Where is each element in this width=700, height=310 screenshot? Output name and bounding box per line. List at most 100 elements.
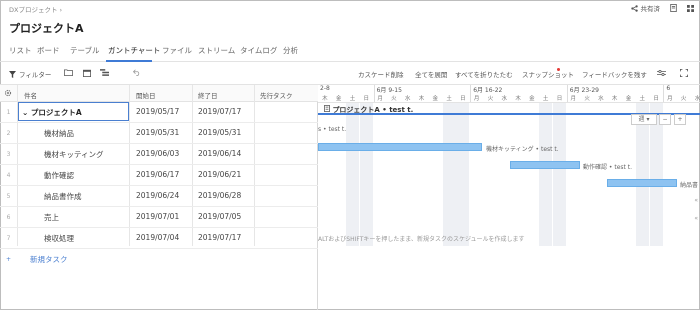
weekend-column: [442, 102, 456, 246]
gantt-bar-operation-check[interactable]: [510, 161, 580, 169]
tab-timelog[interactable]: タイムログ: [240, 45, 277, 56]
day-label: 土: [542, 96, 549, 102]
task-name[interactable]: 機材キッティング: [44, 149, 104, 160]
end-date[interactable]: 2019/06/21: [198, 170, 241, 179]
end-date[interactable]: 2019/06/28: [198, 191, 241, 200]
day-label: 水: [404, 96, 411, 102]
zoom-out-button[interactable]: −: [659, 114, 671, 125]
toolbar: フィルター カスケード削除 全てを展開 すべてを折りたたむ スナップショット フ…: [0, 63, 700, 85]
zoom-select[interactable]: 週 ▾: [631, 114, 657, 125]
tab-stream[interactable]: ストリーム: [198, 45, 235, 56]
bar-label: 動作確認 • test t.: [583, 164, 633, 171]
end-date[interactable]: 2019/07/17: [198, 233, 241, 242]
table-row[interactable]: 3 機材キッティング 2019/06/03 2019/06/14: [0, 144, 318, 165]
undo-button[interactable]: [133, 69, 141, 76]
calendar-button[interactable]: [83, 69, 91, 77]
indent-button[interactable]: [100, 69, 109, 76]
weekend-column: [539, 102, 553, 246]
settings-button[interactable]: [657, 69, 666, 77]
task-name[interactable]: 納品書作成: [44, 191, 82, 202]
row-number: 6: [6, 214, 11, 221]
share-label: 共有済: [640, 5, 661, 13]
share-button[interactable]: 共有済: [630, 3, 661, 13]
feedback-button[interactable]: フィードバックを残す: [582, 69, 647, 79]
start-date[interactable]: 2019/06/17: [136, 170, 179, 179]
grid-button[interactable]: [687, 4, 694, 12]
table-row[interactable]: 6 売上 2019/07/01 2019/07/05: [0, 207, 318, 228]
week-label: 6月 9-15: [376, 87, 402, 94]
day-label: 金: [432, 96, 439, 102]
page-title: プロジェクトA: [9, 22, 84, 35]
task-name[interactable]: 機材納品: [44, 128, 74, 139]
day-label: 月: [667, 96, 673, 102]
table-row[interactable]: 2 機材納品 2019/05/31 2019/05/31: [0, 123, 318, 144]
day-label: 月: [570, 96, 577, 102]
timeline-scale-divider: [318, 102, 700, 103]
day-label: 水: [598, 96, 604, 102]
start-date[interactable]: 2019/05/31: [136, 128, 179, 137]
day-label: 火: [680, 96, 687, 102]
add-task-link[interactable]: 新規タスク: [30, 254, 68, 265]
table-row[interactable]: 7 検収処理 2019/07/04 2019/07/17: [0, 228, 318, 249]
tab-list[interactable]: リスト: [9, 45, 32, 56]
folder-plus-icon: [64, 69, 73, 76]
tab-analytics[interactable]: 分析: [283, 45, 298, 56]
day-label: 日: [460, 96, 466, 102]
task-grid: 件名 開始日 終了日 先行タスク 1 ⌄ プロジェクトA 2019/05/17 …: [0, 85, 318, 310]
header-start[interactable]: 開始日: [136, 90, 156, 100]
day-label: 木: [611, 96, 618, 102]
document-button[interactable]: [670, 4, 677, 12]
end-date[interactable]: 2019/07/17: [198, 107, 241, 116]
add-task-row[interactable]: + 新規タスク: [0, 249, 318, 267]
view-tabs: リスト ボード テーブル ガントチャート ファイル ストリーム タイムログ 分析: [0, 42, 700, 62]
week-label: 6月 23-29: [569, 87, 599, 94]
end-date[interactable]: 2019/05/31: [198, 128, 241, 137]
tab-table[interactable]: テーブル: [70, 45, 100, 56]
tab-board[interactable]: ボード: [37, 45, 60, 56]
filter-button[interactable]: フィルター: [9, 69, 51, 79]
weekend-column: [346, 102, 359, 246]
grid-icon: [687, 4, 694, 12]
tab-gantt[interactable]: ガントチャート: [108, 45, 160, 56]
fullscreen-icon: [680, 69, 688, 77]
bar-label: 機材キッティング • test t.: [486, 146, 559, 153]
end-date[interactable]: 2019/07/05: [198, 212, 241, 221]
start-date[interactable]: 2019/07/04: [136, 233, 179, 242]
top-bar: DXプロジェクト › 共有済: [0, 0, 700, 18]
start-date[interactable]: 2019/05/17: [136, 107, 179, 116]
start-date[interactable]: 2019/07/01: [136, 212, 179, 221]
weekend-column: [359, 102, 373, 246]
gantt-bar-invoice[interactable]: [607, 179, 677, 187]
header-end[interactable]: 終了日: [198, 90, 218, 100]
gear-icon[interactable]: [4, 89, 12, 97]
table-row[interactable]: 4 動作確認 2019/06/17 2019/06/21: [0, 165, 318, 186]
fullscreen-button[interactable]: [680, 69, 688, 77]
gantt-chart[interactable]: 2-8 水 木 金 土 日 6月 9-15 月 火 水 木 金 土 日 6月 16-22 月 火 水 木 金 土 日 6月 …: [318, 85, 700, 310]
table-row[interactable]: 5 納品書作成 2019/06/24 2019/06/28: [0, 186, 318, 207]
collapse-all-button[interactable]: すべてを折りたたむ: [455, 69, 513, 79]
add-folder-button[interactable]: [64, 69, 73, 76]
task-name[interactable]: 動作確認: [44, 170, 74, 181]
zoom-in-button[interactable]: +: [674, 114, 686, 125]
snapshot-button[interactable]: スナップショット: [522, 69, 574, 79]
task-name[interactable]: 検収処理: [44, 233, 74, 244]
day-label: 金: [625, 96, 632, 102]
header-predecessor[interactable]: 先行タスク: [260, 90, 293, 100]
week-label: 2-8: [320, 85, 330, 92]
grid-header: 件名 開始日 終了日 先行タスク: [0, 85, 318, 102]
cascade-delete-button[interactable]: カスケード削除: [358, 69, 404, 79]
expand-all-button[interactable]: 全てを展開: [415, 69, 447, 79]
breadcrumb[interactable]: DXプロジェクト ›: [9, 4, 62, 14]
start-date[interactable]: 2019/06/03: [136, 149, 179, 158]
tab-files[interactable]: ファイル: [162, 45, 192, 56]
gantt-bar-kitting[interactable]: [318, 143, 482, 151]
header-name[interactable]: 件名: [24, 90, 37, 100]
breadcrumb-label[interactable]: DXプロジェクト: [9, 6, 57, 14]
bar-label: s • test t.: [318, 126, 347, 133]
share-icon: [630, 4, 638, 12]
day-label: 木: [322, 96, 328, 102]
summary-label: プロジェクトA • test t.: [324, 105, 413, 115]
task-name[interactable]: 売上: [44, 212, 59, 223]
start-date[interactable]: 2019/06/24: [136, 191, 179, 200]
end-date[interactable]: 2019/06/14: [198, 149, 241, 158]
